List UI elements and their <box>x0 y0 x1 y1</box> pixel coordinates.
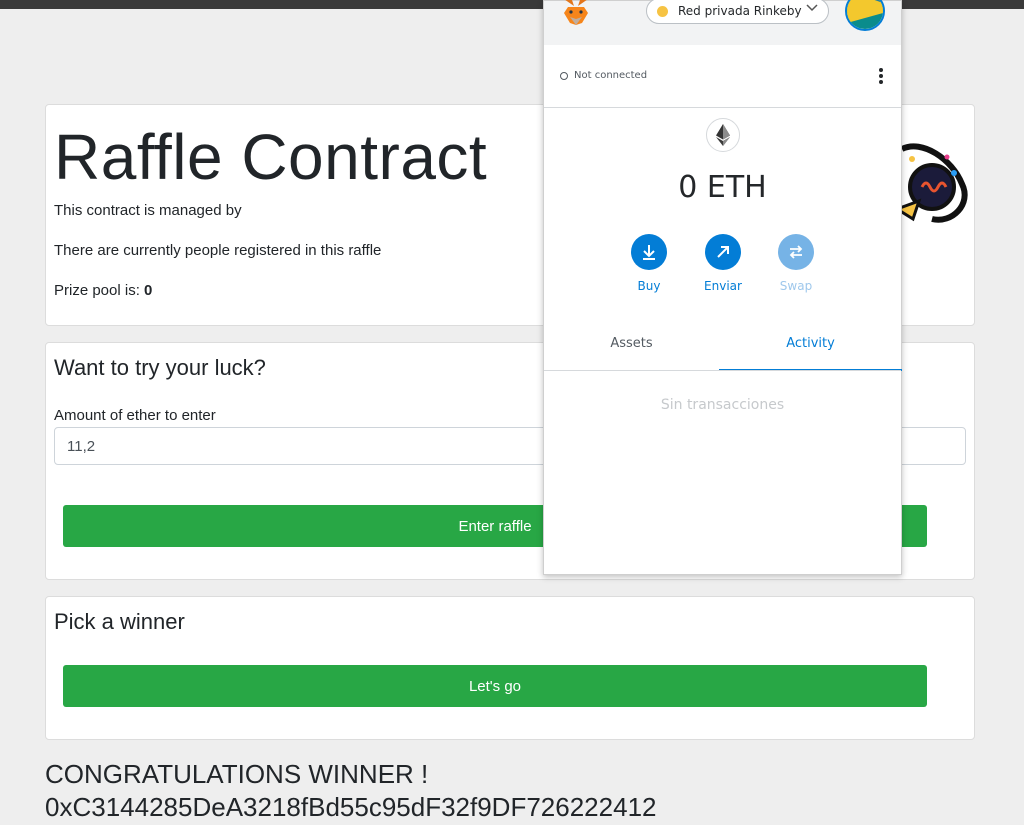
send-label: Enviar <box>704 279 742 293</box>
winner-address: 0xC3144285DeA3218fBd55c95dF32f9DF7262224… <box>45 792 657 822</box>
page-title: Raffle Contract <box>54 121 488 193</box>
pick-winner-card: Pick a winner Let's go <box>45 596 975 740</box>
pick-winner-heading: Pick a winner <box>54 609 185 634</box>
empty-activity-text: Sin transacciones <box>660 397 785 413</box>
winner-announcement: CONGRATULATIONS WINNER ! 0xC3144285DeA32… <box>45 758 656 824</box>
swap-icon <box>778 234 814 270</box>
pick-winner-button[interactable]: Let's go <box>63 665 927 707</box>
party-illustration <box>892 129 976 233</box>
divider <box>544 107 901 108</box>
download-icon <box>631 234 667 270</box>
account-options-icon[interactable] <box>875 67 887 87</box>
tab-assets[interactable]: Assets <box>544 327 719 371</box>
swap-label: Swap <box>779 279 813 293</box>
metamask-fox-icon[interactable] <box>558 0 594 27</box>
swap-button[interactable]: Swap <box>766 234 826 293</box>
tab-divider <box>544 370 901 371</box>
connection-ring-icon <box>560 71 568 80</box>
account-avatar[interactable] <box>845 0 885 31</box>
amount-label: Amount of ether to enter <box>54 407 216 424</box>
prize-pool-text: Prize pool is: 0 <box>54 282 152 299</box>
buy-button[interactable]: Buy <box>619 234 679 293</box>
connection-status[interactable]: Not connected <box>560 70 647 81</box>
connection-text: Not connected <box>574 70 648 81</box>
prize-pool-value: 0 <box>144 282 153 299</box>
metamask-header: Red privada Rinkeby <box>544 0 901 45</box>
network-name: Red privada Rinkeby <box>678 4 802 18</box>
congrats-text: CONGRATULATIONS WINNER ! <box>45 759 429 789</box>
luck-heading: Want to try your luck? <box>54 355 266 380</box>
prize-pool-label: Prize pool is: <box>54 282 145 299</box>
metamask-popup: Red privada Rinkeby Not connected 0 ETH <box>543 0 902 575</box>
registered-count-text: There are currently people registered in… <box>54 242 382 259</box>
managed-by-text: This contract is managed by <box>54 202 242 219</box>
eth-balance: 0 ETH <box>678 170 767 205</box>
chevron-down-icon <box>806 2 818 16</box>
ethereum-icon <box>706 118 740 152</box>
arrow-up-right-icon <box>705 234 741 270</box>
tab-activity[interactable]: Activity <box>719 327 902 371</box>
buy-label: Buy <box>637 279 661 293</box>
send-button[interactable]: Enviar <box>693 234 753 293</box>
network-selector[interactable]: Red privada Rinkeby <box>646 0 829 24</box>
network-status-dot <box>657 5 668 17</box>
